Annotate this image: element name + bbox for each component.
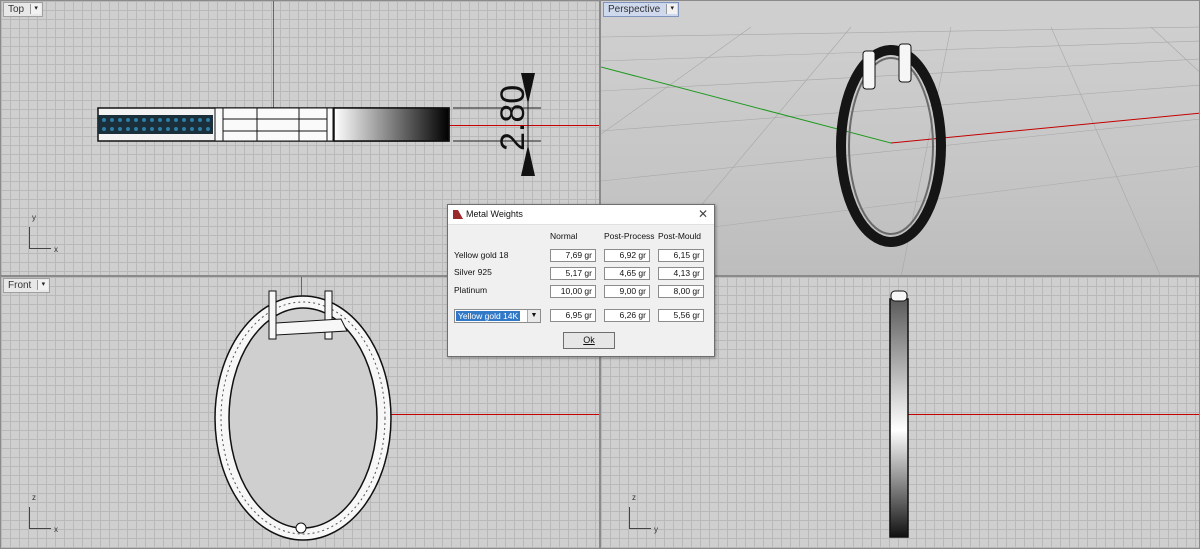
app-icon — [453, 210, 463, 219]
metal-weights-dialog: Metal Weights ✕ Normal Post-Process Post… — [447, 204, 715, 357]
viewport-perspective-label: Perspective — [608, 4, 661, 15]
chevron-down-icon[interactable]: ▾ — [666, 4, 678, 14]
weight-field[interactable]: 8,00 gr — [658, 285, 704, 298]
weight-field[interactable]: 7,69 gr — [550, 249, 596, 262]
weight-field[interactable]: 5,56 gr — [658, 309, 704, 322]
weight-field[interactable]: 9,00 gr — [604, 285, 650, 298]
weight-field[interactable]: 6,26 gr — [604, 309, 650, 322]
column-header-post-process: Post-Process — [604, 231, 655, 241]
weight-field[interactable]: 5,17 gr — [550, 267, 596, 280]
weight-field[interactable]: 6,92 gr — [604, 249, 650, 262]
weight-field[interactable]: 4,65 gr — [604, 267, 650, 280]
dialog-title-bar: Metal Weights ✕ — [448, 205, 714, 225]
axis-indicator-right: yz — [629, 493, 659, 534]
close-icon[interactable]: ✕ — [698, 207, 708, 221]
chevron-down-icon[interactable]: ▼ — [527, 310, 540, 322]
weight-field[interactable]: 6,95 gr — [550, 309, 596, 322]
axis-indicator-top: xy — [29, 213, 59, 254]
weight-field[interactable]: 4,13 gr — [658, 267, 704, 280]
column-header-post-mould: Post-Mould — [658, 231, 701, 241]
dialog-title: Metal Weights — [466, 209, 523, 219]
metal-select[interactable]: Yellow gold 14K ▼ — [454, 309, 541, 323]
dimension-label: 2.80 — [494, 84, 532, 151]
weight-field[interactable]: 6,15 gr — [658, 249, 704, 262]
axis-indicator-front: xz — [29, 493, 59, 534]
column-header-normal: Normal — [550, 231, 578, 241]
row-label-silver-925: Silver 925 — [454, 267, 492, 277]
ok-button[interactable]: Ok — [563, 332, 615, 349]
metal-select-value: Yellow gold 14K — [456, 311, 521, 321]
weight-field[interactable]: 10,00 gr — [550, 285, 596, 298]
row-label-yellow-gold-18: Yellow gold 18 — [454, 250, 509, 260]
row-label-platinum: Platinum — [454, 285, 488, 295]
viewport-perspective-tab[interactable]: Perspective ▾ — [603, 2, 680, 17]
